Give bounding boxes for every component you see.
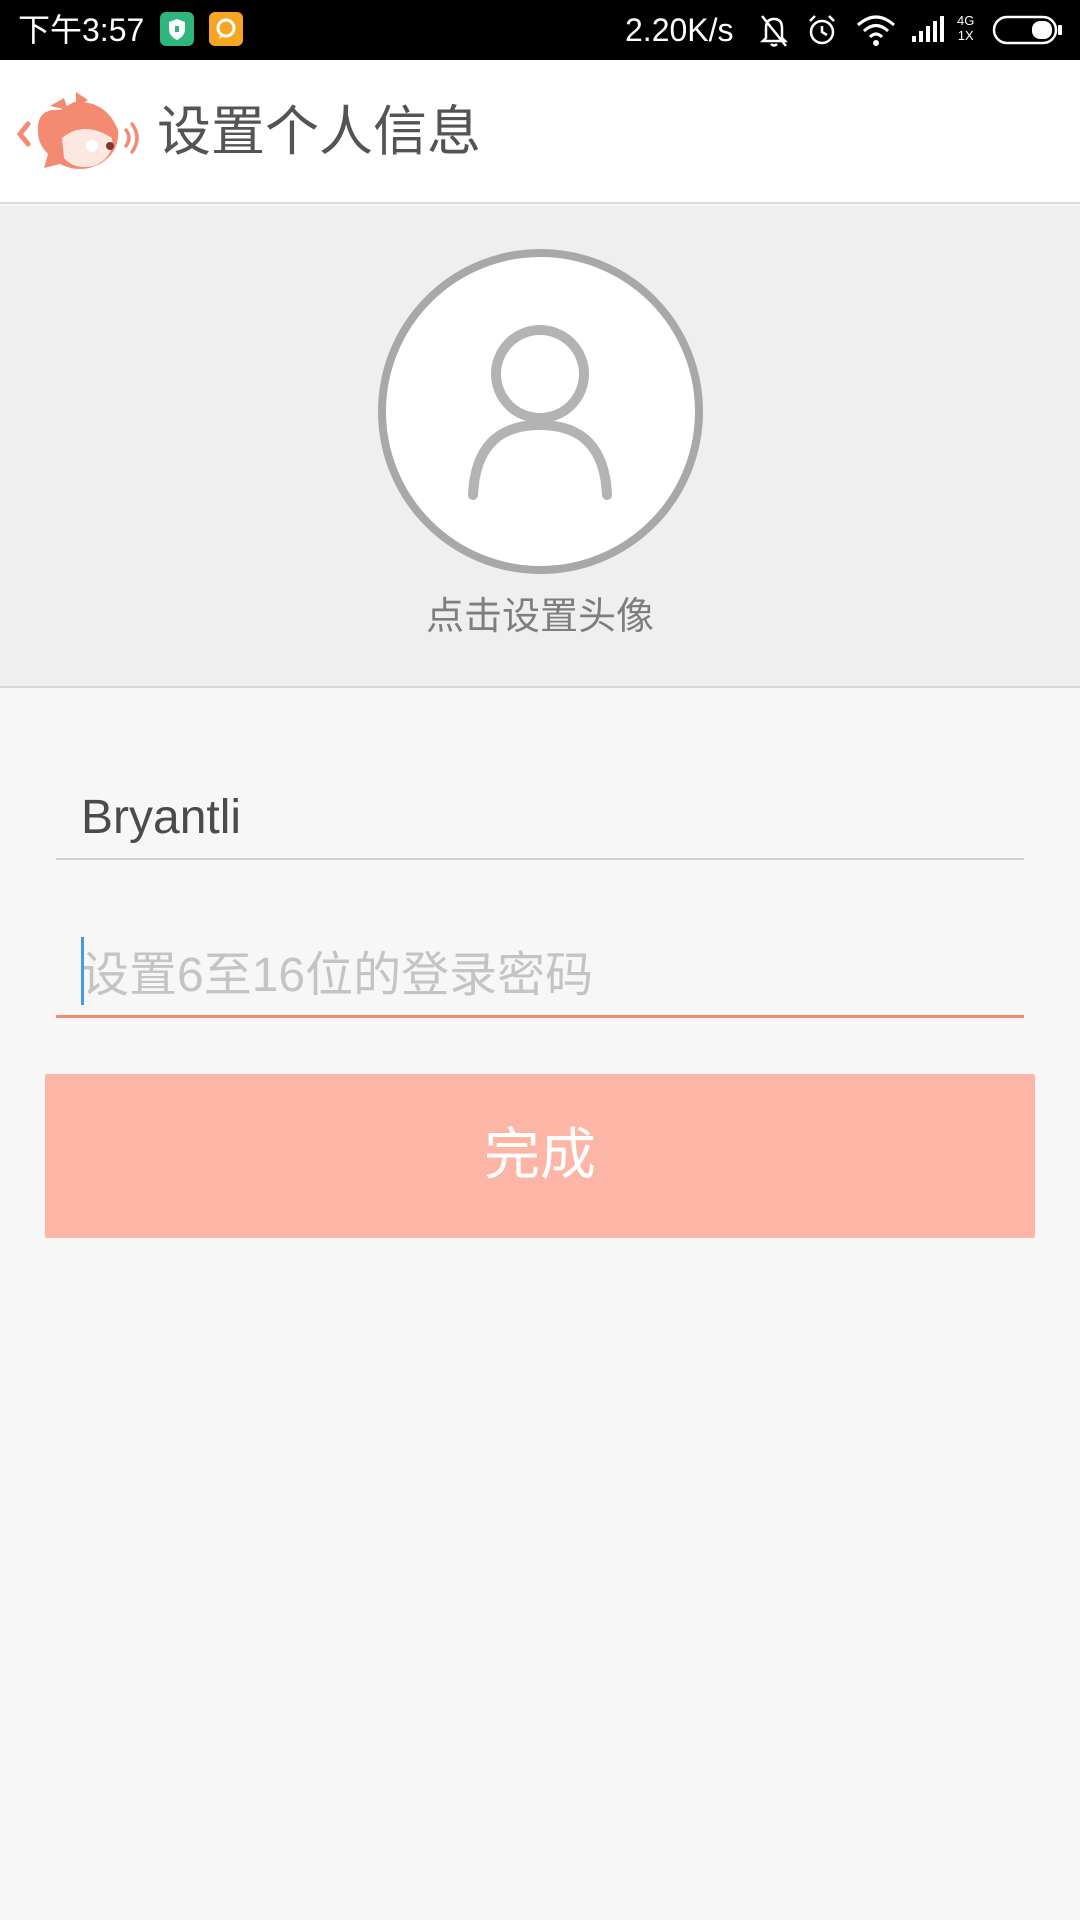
signal-icon	[912, 16, 944, 42]
network-type: 4G 1X	[957, 13, 975, 43]
status-bar: 下午3:57 2.20K/s 4G 1X	[0, 0, 1080, 60]
username-input[interactable]	[81, 778, 1011, 856]
status-time: 下午3:57	[18, 12, 145, 48]
submit-button[interactable]: 完成	[45, 1074, 1035, 1238]
page-title: 设置个人信息	[157, 100, 481, 163]
shield-app-icon	[160, 12, 194, 46]
avatar-upload-button[interactable]	[378, 249, 703, 574]
avatar-section: 点击设置头像	[0, 206, 1080, 688]
back-button[interactable]	[14, 80, 144, 180]
fish-mascot-back-icon	[16, 92, 139, 169]
chat-app-icon	[209, 12, 243, 46]
username-field[interactable]	[56, 778, 1024, 860]
user-placeholder-icon	[468, 325, 612, 500]
network-speed: 2.20K/s	[625, 12, 734, 48]
alarm-icon	[809, 15, 835, 45]
mute-bell-icon	[759, 15, 789, 47]
text-cursor	[81, 937, 84, 1005]
password-input[interactable]	[81, 936, 1011, 1014]
battery-icon	[992, 15, 1062, 45]
avatar-hint[interactable]: 点击设置头像	[0, 591, 1080, 641]
password-field[interactable]	[56, 932, 1024, 1018]
wifi-icon	[857, 15, 895, 46]
app-bar: 设置个人信息	[0, 60, 1080, 204]
